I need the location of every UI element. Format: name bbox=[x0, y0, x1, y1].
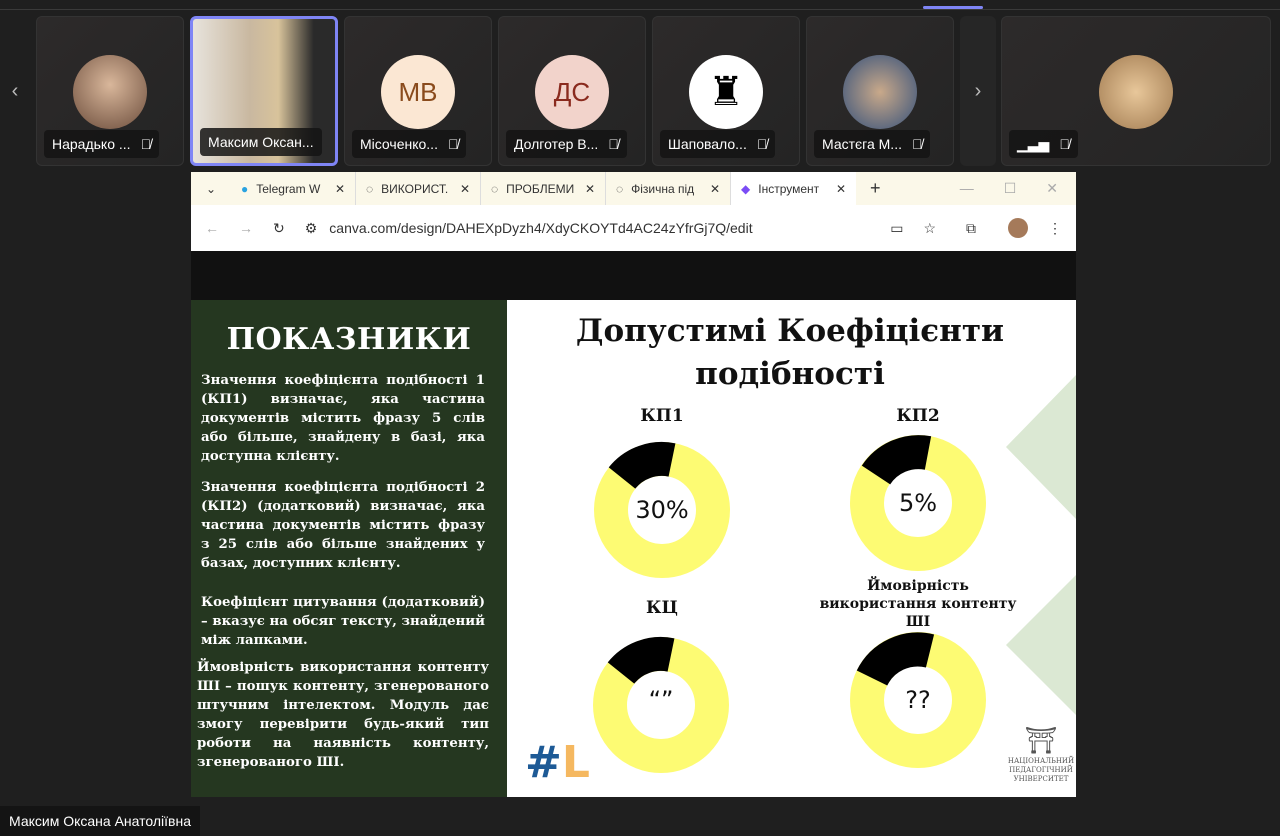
close-icon[interactable]: ✕ bbox=[710, 182, 720, 196]
participant-tile[interactable]: ♜ Шаповало... 🎙̸ bbox=[652, 16, 800, 166]
site-settings-icon[interactable]: ⚙ bbox=[305, 220, 318, 237]
profile-avatar[interactable] bbox=[1008, 218, 1028, 238]
avatar: ♜ bbox=[689, 55, 763, 129]
participant-tile[interactable]: ▁▃▅ 🎙̸ bbox=[1001, 16, 1271, 166]
browser-tab[interactable]: ◌ ПРОБЛЕМИ ✕ bbox=[481, 172, 606, 205]
participant-name: Максим Оксан... bbox=[208, 134, 314, 150]
participant-tile[interactable]: МВ Місоченко... 🎙̸ bbox=[344, 16, 492, 166]
participant-tile[interactable]: Нарадько ... 🎙̸ bbox=[36, 16, 184, 166]
mic-muted-icon: 🎙̸ bbox=[1059, 136, 1070, 152]
slide-left-panel: ПОКАЗНИКИ Значення коефіцієнта подібност… bbox=[191, 300, 507, 797]
participant-tile-active-speaker[interactable]: Максим Оксан... bbox=[190, 16, 338, 166]
metric-value: 5% bbox=[898, 489, 938, 517]
participant-name: Шаповало... bbox=[668, 136, 747, 152]
active-tab-indicator bbox=[923, 6, 983, 9]
app-icon: ◆ bbox=[741, 181, 751, 196]
gallery-prev-button[interactable]: ‹ bbox=[0, 16, 30, 166]
signal-icon: ▁▃▅ bbox=[1017, 135, 1050, 152]
browser-window: ⌄ ● Telegram W ✕ ◌ ВИКОРИСТ. ✕ ◌ ПРОБЛЕМИ ✕ ◌ Ф… bbox=[191, 172, 1076, 251]
slide-right-panel: Допустимі Коефіцієнти подібності КП1 КП2 … bbox=[507, 300, 1076, 797]
participant-tile[interactable]: Мастєга М... 🎙̸ bbox=[806, 16, 954, 166]
slide-title: Допустимі Коефіцієнти подібності bbox=[575, 313, 1005, 392]
mic-muted-icon: 🎙̸ bbox=[608, 136, 619, 152]
tab-search-chevron-icon[interactable]: ⌄ bbox=[191, 182, 231, 196]
participant-name: Місоченко... bbox=[360, 136, 438, 152]
metric-label: Ймовірність використання контенту ШІ bbox=[819, 578, 1017, 630]
page-icon: ◌ bbox=[366, 181, 374, 196]
url-bar[interactable]: canva.com/design/DAHEXpDyzh4/XdyCKOYTd4A… bbox=[329, 220, 870, 236]
avatar-initials: ДС bbox=[535, 55, 609, 129]
metric-label: КП2 bbox=[896, 406, 940, 426]
avatar bbox=[843, 55, 917, 129]
browser-tab[interactable]: ◌ Фізична під ✕ bbox=[606, 172, 731, 205]
speaker-name-label: Максим Оксана Анатоліївна bbox=[0, 806, 200, 836]
metric-value: “” bbox=[648, 686, 674, 714]
page-icon: ◌ bbox=[616, 181, 624, 196]
extensions-icon[interactable]: ⧉ bbox=[966, 220, 976, 237]
forward-icon[interactable]: → bbox=[239, 220, 253, 236]
participant-tile[interactable]: ДС Долготер В... 🎙̸ bbox=[498, 16, 646, 166]
logo-university: ⛩ НАЦІОНАЛЬНИЙ ПЕДАГОГІЧНИЙ УНІВЕРСИТЕТ bbox=[1007, 726, 1075, 783]
gallery-next-button[interactable]: › bbox=[960, 16, 996, 166]
paragraph: Значення коефіцієнта подібності 2 (КП2) … bbox=[201, 480, 485, 571]
maximize-icon[interactable]: ☐ bbox=[1004, 180, 1017, 197]
mic-muted-icon: 🎙̸ bbox=[140, 136, 152, 152]
mic-muted-icon: 🎙̸ bbox=[447, 136, 459, 152]
mic-muted-icon: 🎙̸ bbox=[911, 136, 923, 152]
new-tab-button[interactable]: + bbox=[856, 178, 895, 199]
top-divider bbox=[0, 9, 1280, 10]
browser-tab-active[interactable]: ◆ Інструмент ✕ bbox=[731, 172, 856, 205]
mic-muted-icon: 🎙̸ bbox=[756, 136, 768, 152]
logo-left: #L bbox=[525, 737, 590, 788]
paragraph: Значення коефіцієнта подібності 1 (КП1) … bbox=[201, 373, 485, 464]
paragraph: Ймовірність використання контенту ШІ – п… bbox=[197, 660, 489, 770]
browser-tab[interactable]: ◌ ВИКОРИСТ. ✕ bbox=[356, 172, 481, 205]
metric-value: ?? bbox=[905, 686, 931, 714]
participant-name: Нарадько ... bbox=[52, 136, 131, 152]
page-icon: ◌ bbox=[491, 181, 499, 196]
metric-label: КЦ bbox=[646, 598, 678, 618]
telegram-icon: ● bbox=[241, 181, 249, 196]
close-icon[interactable]: ✕ bbox=[335, 182, 345, 196]
cast-off-icon[interactable]: ▭ bbox=[890, 220, 903, 237]
back-icon[interactable]: ← bbox=[205, 220, 219, 236]
decor-triangle bbox=[1006, 375, 1076, 519]
close-window-icon[interactable]: ✕ bbox=[1046, 180, 1058, 197]
star-icon[interactable]: ☆ bbox=[923, 220, 936, 237]
close-icon[interactable]: ✕ bbox=[460, 182, 470, 196]
close-icon[interactable]: ✕ bbox=[836, 182, 846, 196]
left-title: ПОКАЗНИКИ bbox=[226, 322, 472, 357]
avatar bbox=[1099, 55, 1173, 129]
participant-name: Мастєга М... bbox=[822, 136, 902, 152]
reload-icon[interactable]: ↻ bbox=[273, 220, 285, 237]
minimize-icon[interactable]: — bbox=[960, 180, 974, 197]
close-icon[interactable]: ✕ bbox=[585, 182, 595, 196]
paragraph: Коефіцієнт цитування (додатковий) – вказ… bbox=[201, 595, 485, 648]
metric-label: КП1 bbox=[640, 406, 684, 426]
avatar bbox=[73, 55, 147, 129]
avatar-initials: МВ bbox=[381, 55, 455, 129]
menu-icon[interactable]: ⋮ bbox=[1048, 220, 1062, 237]
metric-value: 30% bbox=[635, 496, 689, 524]
participant-name: Долготер В... bbox=[514, 136, 599, 152]
browser-tab[interactable]: ● Telegram W ✕ bbox=[231, 172, 356, 205]
